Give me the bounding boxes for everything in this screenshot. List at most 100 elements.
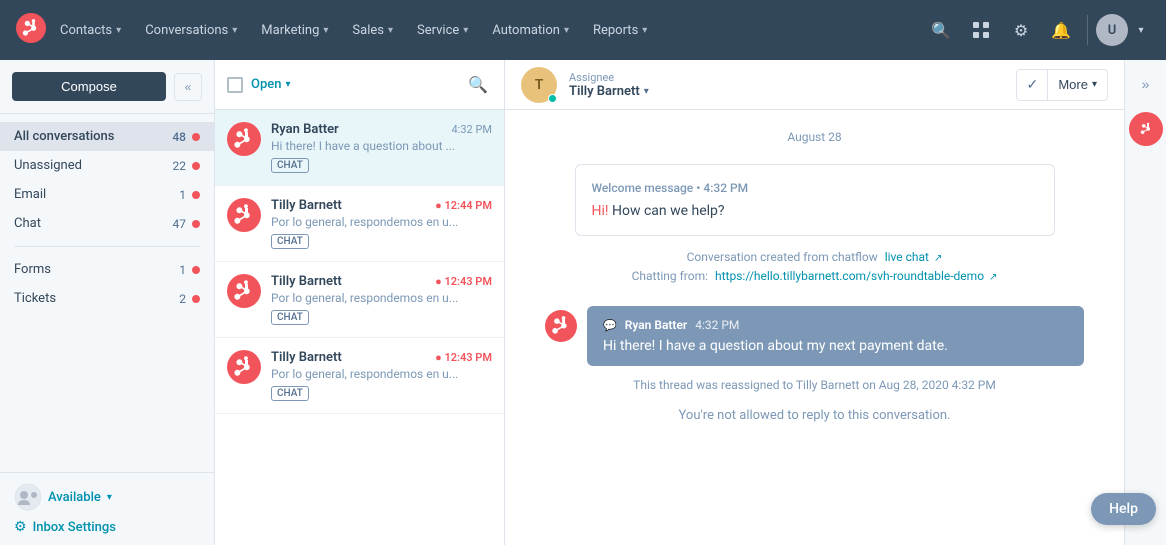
more-label: More (1058, 77, 1088, 92)
open-filter-button[interactable]: Open ▾ (251, 77, 291, 92)
sidebar-item-all-conversations[interactable]: All conversations 48 (0, 122, 214, 151)
select-all-checkbox[interactable] (227, 77, 243, 93)
conversation-list: Open ▾ 🔍 Ryan Batter 4:32 PM Hi there! I (215, 60, 505, 545)
unread-dot (192, 220, 200, 228)
user-message-row: 💬 Ryan Batter 4:32 PM Hi there! I have a… (545, 306, 1084, 366)
chevron-down-icon: ▾ (232, 25, 237, 36)
conversation-items: Ryan Batter 4:32 PM Hi there! I have a q… (215, 110, 504, 545)
nav-automation-label: Automation (492, 23, 560, 38)
inbox-settings-label: Inbox Settings (33, 520, 116, 535)
sidebar-tickets-count: 2 (179, 292, 186, 306)
notifications-icon-button[interactable]: 🔔 (1043, 12, 1079, 48)
sidebar-item-email[interactable]: Email 1 (0, 180, 214, 209)
sidebar-forms-count: 1 (179, 263, 186, 277)
hubspot-logo[interactable] (16, 13, 46, 47)
external-link-icon: ↗ (934, 253, 942, 264)
conversation-time: ● 12:43 PM (435, 351, 492, 364)
nav-conversations-label: Conversations (145, 23, 228, 38)
collapse-right-panel-button[interactable]: » (1138, 72, 1154, 96)
external-link-icon: ↗ (989, 272, 997, 283)
chatting-from-url[interactable]: https://hello.tillybarnett.com/svh-round… (715, 269, 997, 283)
conversation-body: Ryan Batter 4:32 PM Hi there! I have a q… (271, 122, 492, 173)
conversation-time: ● 12:44 PM (435, 199, 492, 212)
inbox-settings-link[interactable]: ⚙ Inbox Settings (14, 519, 200, 535)
compose-button[interactable]: Compose (12, 72, 166, 101)
user-message-bubble: 💬 Ryan Batter 4:32 PM Hi there! I have a… (587, 306, 1084, 366)
compose-area: Compose « (0, 60, 214, 114)
chevron-down-icon[interactable]: ▾ (644, 86, 649, 97)
chat-badge: CHAT (271, 310, 309, 325)
chevron-down-icon: ▾ (463, 25, 468, 36)
assignee-info: Assignee Tilly Barnett ▾ (569, 71, 649, 99)
nav-item-reports[interactable]: Reports ▾ (583, 17, 657, 44)
hubspot-circle-icon[interactable] (1129, 112, 1163, 146)
sidebar-all-conversations-label: All conversations (14, 129, 172, 144)
conversation-time: 4:32 PM (452, 123, 492, 136)
right-panel: » (1124, 60, 1166, 545)
chevron-down-icon: ▾ (107, 492, 112, 503)
sidebar-item-forms[interactable]: Forms 1 (0, 255, 214, 284)
sidebar-tickets-label: Tickets (14, 291, 179, 306)
unread-dot (192, 266, 200, 274)
conversation-item[interactable]: Tilly Barnett ● 12:43 PM Por lo general,… (215, 338, 504, 414)
chevron-down-icon: ▾ (323, 25, 328, 36)
help-label: Help (1109, 501, 1138, 517)
conversation-item[interactable]: Tilly Barnett ● 12:43 PM Por lo general,… (215, 262, 504, 338)
sidebar-item-tickets[interactable]: Tickets 2 (0, 284, 214, 313)
chatflow-info: Conversation created from chatflow live … (545, 248, 1084, 286)
chat-header: T Assignee Tilly Barnett ▾ ✓ More ▾ (505, 60, 1124, 110)
conversation-preview: Por lo general, respondemos en u... (271, 291, 492, 305)
open-filter-label: Open (251, 77, 281, 92)
conversation-item[interactable]: Ryan Batter 4:32 PM Hi there! I have a q… (215, 110, 504, 186)
sidebar-item-chat[interactable]: Chat 47 (0, 209, 214, 238)
collapse-sidebar-button[interactable]: « (174, 73, 202, 101)
welcome-message-text: Hi! How can we help? (592, 203, 1038, 219)
settings-icon-button[interactable]: ⚙ (1003, 12, 1039, 48)
chevron-down-icon: ▾ (116, 25, 121, 36)
user-menu-chevron[interactable]: ▾ (1132, 12, 1150, 48)
conversation-time: ● 12:43 PM (435, 275, 492, 288)
chat-badge: CHAT (271, 158, 309, 173)
nav-item-service[interactable]: Service ▾ (407, 17, 478, 44)
chat-badge: CHAT (271, 386, 309, 401)
nav-contacts-label: Contacts (60, 23, 112, 38)
sidebar-email-count: 1 (179, 188, 186, 202)
chevron-down-icon: ▾ (388, 25, 393, 36)
more-button[interactable]: More ▾ (1048, 69, 1108, 101)
user-avatar[interactable]: U (1096, 14, 1128, 46)
conversation-list-header: Open ▾ 🔍 (215, 60, 504, 110)
welcome-message-header: Welcome message • 4:32 PM (592, 181, 1038, 195)
chatflow-link[interactable]: live chat ↗ (885, 250, 943, 264)
check-button[interactable]: ✓ (1016, 69, 1048, 101)
conversation-search-button[interactable]: 🔍 (464, 71, 492, 99)
message-text: Hi there! I have a question about my nex… (603, 338, 1068, 354)
chevron-down-icon: ▾ (642, 25, 647, 36)
unread-dot (192, 191, 200, 199)
nav-item-contacts[interactable]: Contacts ▾ (50, 17, 131, 44)
nav-sales-label: Sales (352, 23, 384, 38)
available-status-button[interactable]: Available ▾ (14, 483, 200, 511)
sidebar-item-unassigned[interactable]: Unassigned 22 (0, 151, 214, 180)
conversation-item[interactable]: Tilly Barnett ● 12:44 PM Por lo general,… (215, 186, 504, 262)
help-button[interactable]: Help (1091, 493, 1156, 525)
nav-item-automation[interactable]: Automation ▾ (482, 17, 579, 44)
unread-dot (192, 295, 200, 303)
unread-dot (192, 162, 200, 170)
assignee-name: Tilly Barnett (569, 84, 640, 99)
chevron-down-icon: ▾ (1092, 79, 1097, 90)
search-icon-button[interactable]: 🔍 (923, 12, 959, 48)
welcome-message-bubble: Welcome message • 4:32 PM Hi! How can we… (575, 164, 1055, 236)
top-navigation: Contacts ▾ Conversations ▾ Marketing ▾ S… (0, 0, 1166, 60)
sidebar-footer: Available ▾ ⚙ Inbox Settings (0, 472, 214, 545)
welcome-rest: How can we help? (609, 203, 725, 219)
chatflow-link-label: live chat (885, 250, 929, 264)
conversation-preview: Por lo general, respondemos en u... (271, 215, 492, 229)
assignee-label: Assignee (569, 71, 649, 84)
marketplace-icon-button[interactable] (963, 12, 999, 48)
conversation-body: Tilly Barnett ● 12:43 PM Por lo general,… (271, 274, 492, 325)
nav-item-conversations[interactable]: Conversations ▾ (135, 17, 247, 44)
conversation-body: Tilly Barnett ● 12:43 PM Por lo general,… (271, 350, 492, 401)
sidebar-chat-label: Chat (14, 216, 173, 231)
nav-item-sales[interactable]: Sales ▾ (342, 17, 403, 44)
nav-item-marketing[interactable]: Marketing ▾ (251, 17, 338, 44)
